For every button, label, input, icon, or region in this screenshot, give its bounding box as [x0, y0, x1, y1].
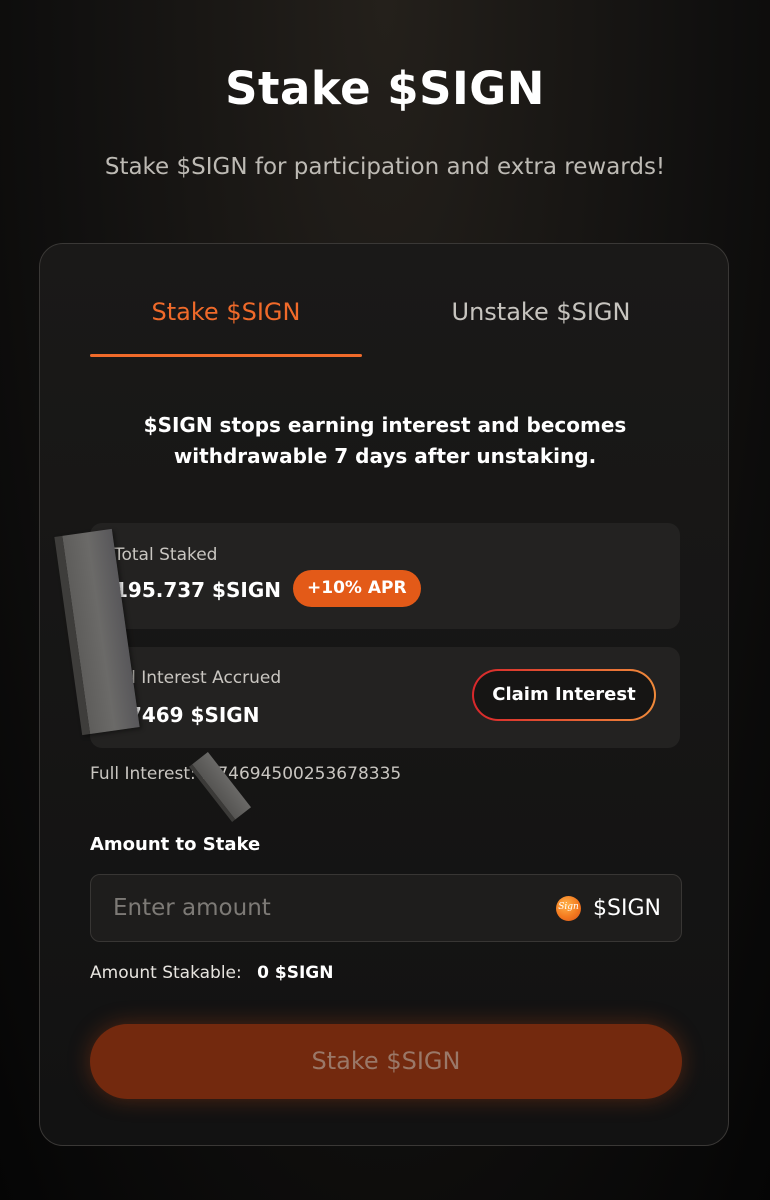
- stakable-value: 0 $SIGN: [257, 963, 334, 983]
- total-staked-value: 195.737 $SIGN: [114, 578, 281, 602]
- token-icon-mark: Sign: [558, 901, 579, 912]
- amount-input[interactable]: [113, 875, 513, 941]
- unstaking-notice: $SIGN stops earning interest and becomes…: [143, 413, 627, 468]
- stakable-row: Amount Stakable: 0 $SIGN: [90, 963, 333, 983]
- token-selector: Sign $SIGN: [556, 895, 661, 921]
- page-title: Stake $SIGN: [225, 62, 545, 115]
- total-staked-label: Total Staked: [114, 545, 218, 565]
- stake-button[interactable]: Stake $SIGN: [90, 1024, 682, 1099]
- apr-badge: +10% APR: [293, 570, 421, 607]
- stakable-label: Amount Stakable:: [90, 963, 242, 983]
- active-tab-indicator: [90, 354, 362, 357]
- token-symbol: $SIGN: [593, 895, 661, 921]
- amount-label: Amount to Stake: [90, 834, 261, 855]
- staking-card: Stake $SIGN Unstake $SIGN $SIGN stops ea…: [39, 243, 729, 1146]
- total-staked-panel: Total Staked 195.737 $SIGN +10% APR: [90, 523, 680, 629]
- interest-panel: tal Interest Accrued 47469 $SIGN Claim I…: [90, 647, 680, 748]
- page-subtitle: Stake $SIGN for participation and extra …: [104, 154, 666, 180]
- sign-token-icon: Sign: [556, 895, 582, 921]
- interest-label: tal Interest Accrued: [114, 668, 282, 688]
- claim-interest-button[interactable]: Claim Interest: [472, 669, 656, 721]
- full-interest-text: Full Interest: .474694500253678335: [90, 764, 402, 784]
- amount-field: Sign $SIGN: [90, 874, 682, 942]
- tab-bar: Stake $SIGN Unstake $SIGN: [90, 296, 680, 358]
- tab-stake[interactable]: Stake $SIGN: [90, 296, 362, 358]
- tab-unstake[interactable]: Unstake $SIGN: [402, 296, 680, 358]
